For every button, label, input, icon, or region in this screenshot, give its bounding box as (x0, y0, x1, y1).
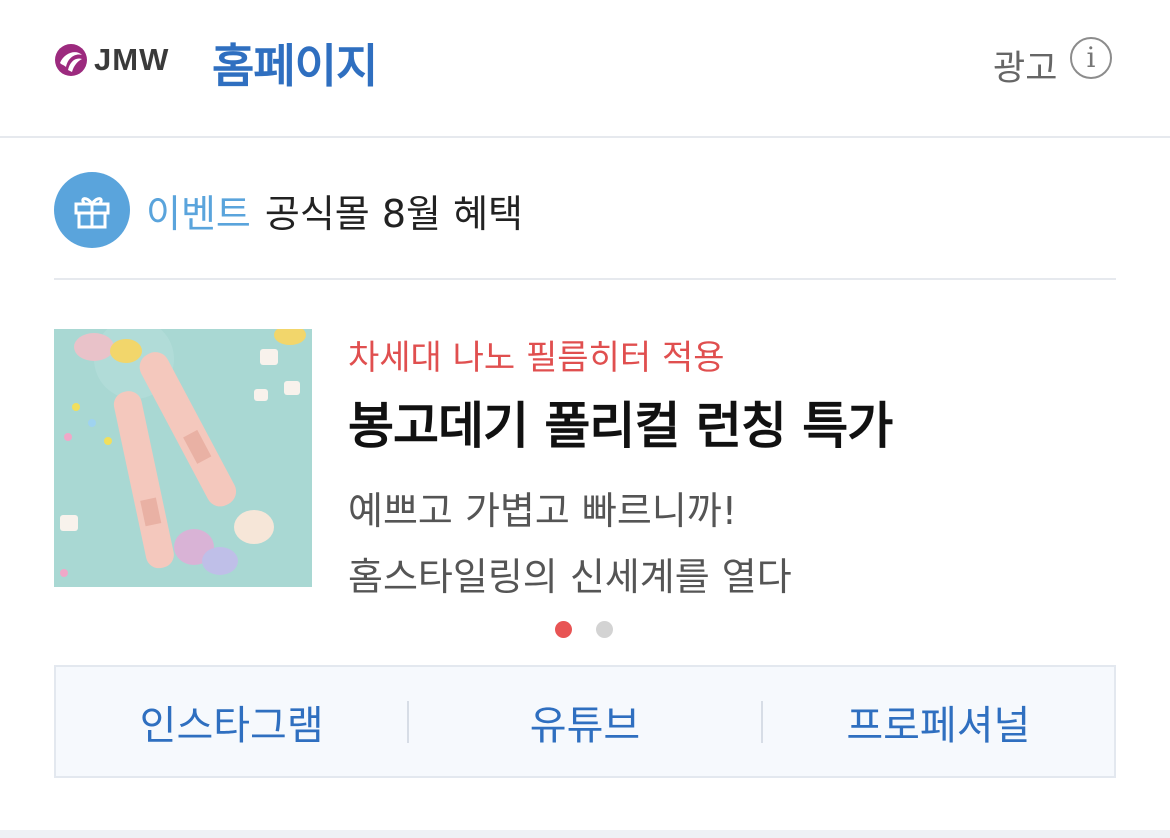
link-professional[interactable]: 프로페셔널 (763, 693, 1114, 751)
event-tag: 이벤트 (146, 191, 251, 236)
carousel-indicator (555, 621, 637, 638)
promo-title[interactable]: 봉고데기 폴리컬 런칭 특가 (348, 386, 893, 458)
link-instagram[interactable]: 인스타그램 (56, 693, 407, 751)
promo-desc-line1: 예쁘고 가볍고 빠르니까! (348, 489, 737, 533)
link-youtube[interactable]: 유튜브 (409, 693, 760, 751)
jmw-logo-icon (55, 44, 87, 76)
promo-subtitle: 차세대 나노 필름히터 적용 (348, 338, 725, 378)
info-icon[interactable]: i (1070, 37, 1112, 79)
event-row[interactable]: 이벤트 공식몰 8월 혜택 (54, 172, 523, 248)
ad-label: 광고 (993, 49, 1058, 89)
promo-description: 예쁘고 가볍고 빠르니까! 홈스타일링의 신세계를 열다 (348, 478, 792, 610)
event-title: 공식몰 8월 혜택 (264, 191, 523, 236)
product-image[interactable] (54, 329, 312, 587)
divider (54, 278, 1116, 280)
brand-name: JMW (94, 42, 170, 77)
promo-desc-line2: 홈스타일링의 신세계를 열다 (348, 555, 792, 599)
brand-logo[interactable]: JMW (54, 42, 169, 78)
homepage-link[interactable]: 홈페이지 (212, 30, 378, 96)
gift-icon (54, 172, 130, 248)
ad-header: JMW 홈페이지 광고 i (0, 0, 1170, 138)
carousel-dot-1[interactable] (555, 621, 572, 638)
bottom-divider (0, 830, 1170, 838)
carousel-dot-2[interactable] (596, 621, 613, 638)
links-bar: 인스타그램 유튜브 프로페셔널 (54, 665, 1116, 778)
